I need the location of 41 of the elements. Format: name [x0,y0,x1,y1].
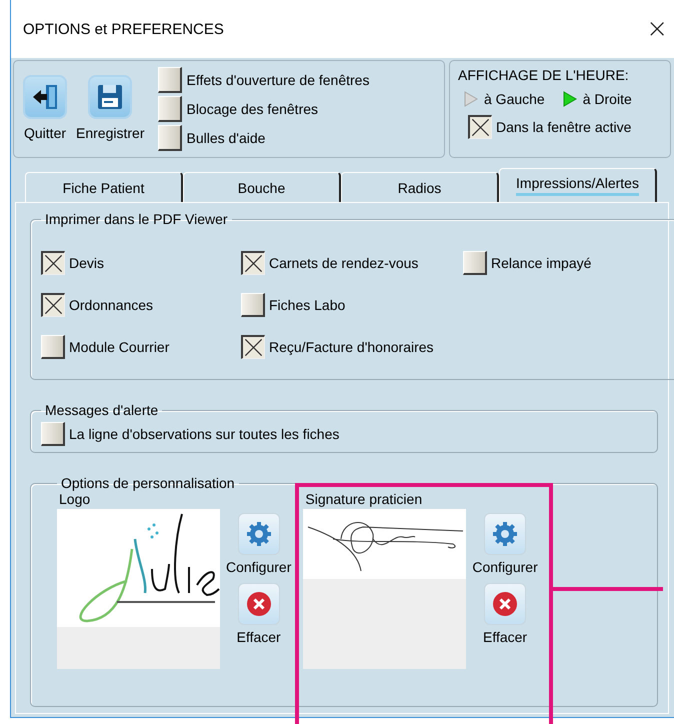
radio-label: à Droite [582,91,632,107]
clear-button[interactable]: Effacer [472,583,538,645]
triangle-icon[interactable] [562,91,577,107]
checkbox-label: Dans la fenêtre active [496,119,632,135]
tab[interactable]: Fiche Patient [25,172,183,202]
image-label: Logo [58,491,92,507]
close-button[interactable]: × [640,14,674,44]
group-title: Imprimer dans le PDF Viewer [44,211,229,227]
tab[interactable]: Radios [341,172,499,202]
group-title: Messages d'alerte [44,402,160,418]
checkbox[interactable] [468,115,492,139]
tab[interactable]: Bouche [183,172,341,202]
delete-icon [492,591,518,617]
checkbox-label: Bulles d'aide [186,130,266,146]
delete-icon [246,591,272,617]
checkbox-label: La ligne d'observations sur toutes les fiches [69,426,340,442]
clear-button[interactable]: Effacer [226,583,292,645]
settings-icon [246,521,272,547]
clock-title: AFFICHAGE DE L'HEURE: [458,67,630,83]
checkbox-label: Devis [69,255,104,271]
checkbox-label: Reçu/Facture d'honoraires [269,339,434,355]
checkbox[interactable] [241,335,265,359]
save-button[interactable]: Enregistrer [76,77,144,141]
radio-label: à Gauche [484,91,545,107]
configure-button[interactable]: Configurer [472,513,538,575]
checkbox[interactable] [41,251,65,275]
checkbox-label: Relance impayé [491,255,592,271]
checkbox[interactable] [41,293,65,317]
checkbox-label: Blocage des fenêtres [186,101,318,117]
checkbox-label: Ordonnances [69,297,154,313]
checkbox-label: Module Courrier [69,339,170,355]
configure-button[interactable]: Configurer [226,513,292,575]
checkbox[interactable] [241,251,265,275]
checkbox-label: Fiches Labo [269,297,346,313]
group-title: Options de personnalisation [60,475,236,491]
checkbox-label: Effets d'ouverture de fenêtres [186,72,370,88]
settings-icon [492,521,518,547]
checkbox-label: Carnets de rendez-vous [269,255,418,271]
image-label: Signature praticien [304,491,424,507]
window-title: OPTIONS et PREFERENCES [23,20,224,38]
tab[interactable]: Impressions/Alertes [499,168,657,202]
